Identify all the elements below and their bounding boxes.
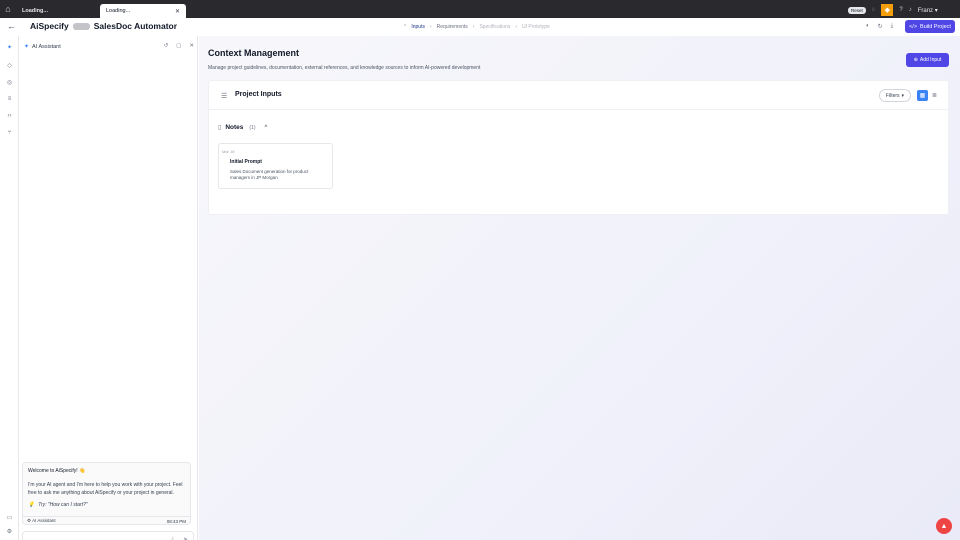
page-title: Context Management <box>208 48 300 58</box>
globe-icon[interactable]: ◎ <box>5 79 14 86</box>
icon-rail: ✦ ◇ ◎ ≡ ‹› ⑂ ▭ ⚙ <box>0 36 19 540</box>
panel-header: ☰ Project Inputs Filters ▾ ▦ ≣ <box>209 81 950 110</box>
blurred-logo <box>72 22 90 30</box>
notes-count: (1) <box>249 124 256 131</box>
panel-title: Project Inputs <box>235 91 282 98</box>
chevron-down-icon: ▾ <box>901 92 905 99</box>
chevron-up-icon[interactable]: ^ <box>404 24 406 30</box>
code-icon: </> <box>909 23 918 30</box>
view-toggle: ▦ ≣ <box>917 90 940 101</box>
add-input-button[interactable]: ⊕ Add Input <box>906 53 949 67</box>
note-date: Mar 18 <box>222 149 235 154</box>
assistant-header: ✦ AI Assistant ↺ ▢ ✕ <box>24 43 196 50</box>
top-header: ← AiSpecify SalesDoc Automator ^ Inputs … <box>0 18 960 36</box>
assistant-tools: ↺ ▢ ✕ <box>164 43 194 49</box>
chat-input-tools: ♪ ➤ <box>171 536 188 540</box>
send-icon[interactable]: ➤ <box>183 536 188 540</box>
browser-tab-1-label: Loading... <box>22 8 48 14</box>
close-icon[interactable]: ✕ <box>189 43 194 49</box>
assistant-icon[interactable]: ✦ <box>5 44 14 51</box>
chevron-up-icon[interactable]: ^ <box>265 125 268 131</box>
step-ui-prototype[interactable]: UI Prototype <box>522 24 550 30</box>
grid-view-icon[interactable]: ▦ <box>917 90 928 101</box>
chevron-right-icon: › <box>472 24 475 30</box>
microphone-icon[interactable]: ♪ <box>171 536 174 540</box>
note-card[interactable]: Mar 18 Initial Prompt Sales Document gen… <box>218 143 333 189</box>
project-name: SalesDoc Automator <box>93 21 178 31</box>
theme-icon[interactable]: ◐ <box>866 23 870 30</box>
progress-stepper: ^ Inputs › Requirements › Specifications… <box>404 24 550 30</box>
layers-icon[interactable]: ≡ <box>5 96 14 102</box>
note-body: Sales Document generation for product ma… <box>230 169 309 180</box>
welcome-body: I'm your AI agent and I'm here to help y… <box>28 482 183 496</box>
browser-tab-2-label: Loading... <box>106 8 131 14</box>
user-name: Franz <box>917 7 934 14</box>
notes-section-header[interactable]: ▯ Notes (1) ^ <box>218 124 267 131</box>
settings-icon[interactable]: ⚙ <box>5 528 14 535</box>
message-author: ⚙ AI Assistant <box>27 518 56 524</box>
user-menu[interactable]: Franz ▾ <box>918 7 938 14</box>
step-specifications[interactable]: Specifications <box>479 24 510 30</box>
browser-tab-2[interactable]: Loading... ✕ <box>100 4 186 18</box>
assistant-icon: ✦ <box>24 44 30 50</box>
download-icon[interactable]: ⤓ <box>891 23 894 30</box>
history-icon[interactable]: ↺ <box>164 43 169 49</box>
build-project-label: Build Project <box>920 23 951 30</box>
welcome-message-card: Welcome to AiSpecify! 👋 I'm your AI agen… <box>22 462 191 525</box>
project-inputs-panel: ☰ Project Inputs Filters ▾ ▦ ≣ ▯ Notes (… <box>208 80 950 215</box>
close-icon[interactable]: ✕ <box>175 8 180 15</box>
bell-icon[interactable]: ♪ <box>909 7 912 13</box>
ai-assistant-panel: ✦ AI Assistant ↺ ▢ ✕ Welcome to AiSpecif… <box>20 36 198 540</box>
assistant-title: AI Assistant <box>32 43 61 50</box>
browser-tab-bar: ⌂ Loading... Loading... ✕ Reset ◌ ◆ ? ♪ … <box>0 0 960 18</box>
code-icon[interactable]: ‹› <box>5 113 14 119</box>
bell-icon[interactable]: ◇ <box>5 62 14 69</box>
branch-icon[interactable]: ⑂ <box>5 130 14 136</box>
notes-title: Notes <box>225 124 244 131</box>
build-project-button[interactable]: </> Build Project <box>905 20 955 33</box>
chat-input-box: ♪ ➤ <box>22 531 194 540</box>
new-chat-icon[interactable]: ▢ <box>176 43 181 49</box>
refresh-icon[interactable]: ↻ <box>878 23 883 30</box>
browser-tab-1[interactable]: Loading... <box>16 4 100 18</box>
brand: AiSpecify SalesDoc Automator <box>30 21 177 31</box>
lightbulb-icon: 💡 <box>28 502 35 508</box>
help-icon[interactable]: ? <box>899 7 902 13</box>
app-window: ← AiSpecify SalesDoc Automator ^ Inputs … <box>0 18 960 540</box>
chat-input[interactable] <box>26 534 156 540</box>
step-inputs[interactable]: Inputs <box>411 24 425 30</box>
message-author-label: AI Assistant <box>32 518 56 523</box>
filters-label: Filters <box>885 92 900 99</box>
chevron-right-icon: › <box>429 24 432 30</box>
floating-help-widget[interactable]: ▲ <box>936 518 952 534</box>
browser-toolbar-right: Reset ◌ ◆ ? ♪ Franz ▾ <box>848 4 938 16</box>
alert-icon: ▲ <box>940 522 948 530</box>
main-content: Context Management Manage project guidel… <box>199 36 960 540</box>
reset-button[interactable]: Reset <box>848 6 866 14</box>
page-subtitle: Manage project guidelines, documentation… <box>208 65 481 71</box>
back-arrow-icon[interactable]: ← <box>7 21 16 31</box>
document-icon: ▯ <box>218 125 222 131</box>
message-footer: ⚙ AI Assistant 08:43 PM <box>23 516 190 525</box>
message-time: 08:43 PM <box>166 518 186 524</box>
filters-button[interactable]: Filters ▾ <box>879 89 911 102</box>
extension-icon[interactable]: ◌ <box>872 7 876 13</box>
bot-icon: ⚙ <box>27 518 32 523</box>
brand-name: AiSpecify <box>30 21 69 31</box>
add-input-label: Add Input <box>919 57 942 63</box>
chevron-right-icon: › <box>515 24 517 30</box>
welcome-title: Welcome to AiSpecify! 👋 <box>28 468 86 474</box>
chat-icon[interactable]: ▭ <box>5 514 14 521</box>
note-title: Initial Prompt <box>230 159 262 165</box>
puzzle-icon[interactable]: ◆ <box>881 4 894 16</box>
step-requirements[interactable]: Requirements <box>437 24 468 30</box>
home-icon[interactable]: ⌂ <box>0 0 16 18</box>
list-icon: ☰ <box>221 93 228 100</box>
try-suggestion[interactable]: 💡 Try: "How can I start?" <box>28 502 88 508</box>
plus-circle-icon: ⊕ <box>913 57 918 63</box>
try-text: Try: "How can I start?" <box>38 502 88 508</box>
list-view-icon[interactable]: ≣ <box>929 90 940 101</box>
header-icons: ◐ ↻ ⤓ <box>866 23 893 30</box>
